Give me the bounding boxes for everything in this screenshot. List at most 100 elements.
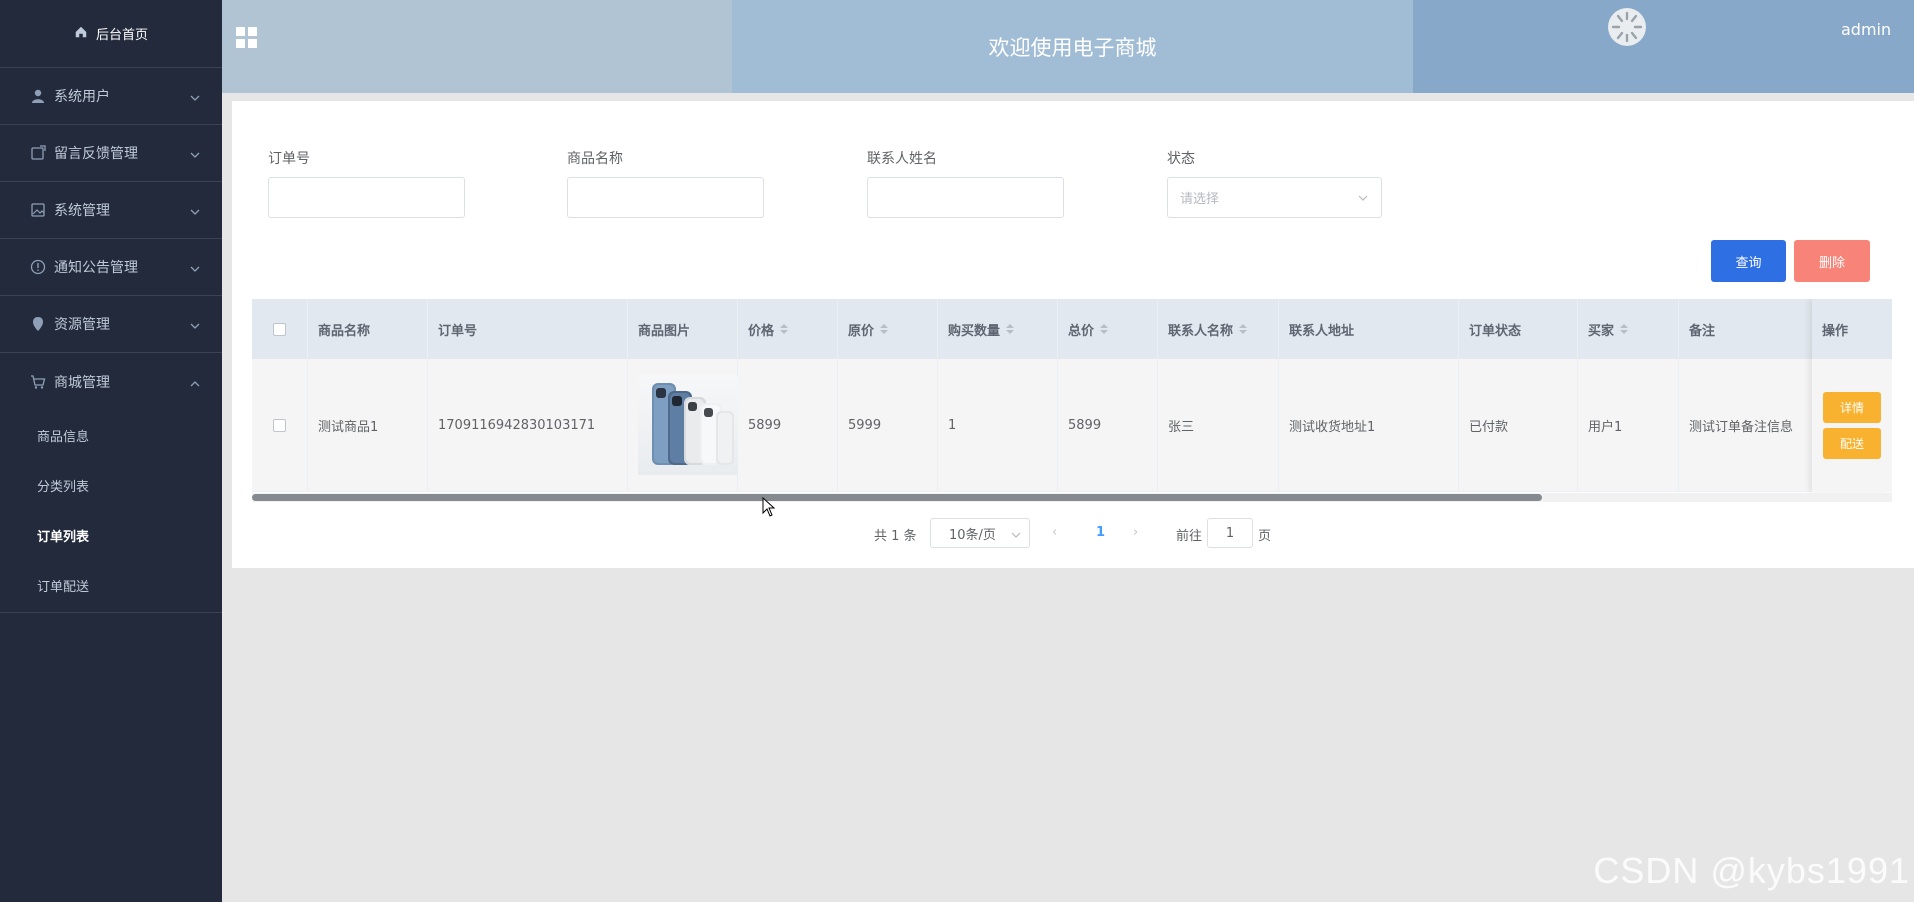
delete-button[interactable]: 删除: [1794, 240, 1870, 282]
sort-icon[interactable]: [780, 324, 789, 334]
chevron-down-icon: [190, 262, 200, 272]
col-price[interactable]: 价格: [738, 299, 838, 359]
sidebar-subitem-products[interactable]: 商品信息: [0, 410, 222, 460]
col-total[interactable]: 总价: [1058, 299, 1158, 359]
prev-page-icon[interactable]: ‹: [1052, 525, 1057, 540]
cart-icon: [30, 374, 46, 390]
main-panel: 订单号 商品名称 联系人姓名 状态 请选择 查询 删除 商品名称 订单号 商品图…: [232, 101, 1914, 568]
col-product-image: 商品图片: [628, 299, 738, 359]
image-icon: [30, 202, 46, 218]
grid-menu-icon[interactable]: [236, 27, 258, 49]
sidebar-item-label: 系统管理: [54, 203, 110, 219]
select-all-cell: [252, 299, 308, 359]
contact-name-input[interactable]: [867, 177, 1064, 218]
sidebar-item-system-management[interactable]: 系统管理: [0, 182, 222, 239]
sidebar-item-feedback[interactable]: 留言反馈管理: [0, 125, 222, 182]
sort-icon[interactable]: [1620, 324, 1629, 334]
page-size-select[interactable]: 10条/页: [930, 518, 1030, 548]
orders-table: 商品名称 订单号 商品图片 价格 原价 购买数量 总价 联系人名称 联系人地址 …: [252, 299, 1892, 498]
top-bar: 欢迎使用电子商城 admin: [222, 0, 1914, 93]
cell-product-name: 测试商品1: [308, 359, 428, 491]
order-no-label: 订单号: [268, 151, 310, 167]
col-order-no: 订单号: [428, 299, 628, 359]
feedback-icon: [30, 145, 46, 161]
order-no-input[interactable]: [268, 177, 465, 218]
goto-page-input[interactable]: 1: [1207, 518, 1253, 548]
sidebar-item-resources[interactable]: 资源管理: [0, 296, 222, 353]
product-image[interactable]: [638, 375, 738, 475]
sidebar-home-label: 后台首页: [95, 28, 148, 43]
page-title: 欢迎使用电子商城: [732, 0, 1413, 93]
username[interactable]: admin: [1841, 20, 1891, 39]
page-size-value: 10条/页: [949, 527, 996, 543]
scrollbar-thumb[interactable]: [252, 494, 1542, 501]
row-select-cell: [252, 359, 308, 491]
table-header: 商品名称 订单号 商品图片 价格 原价 购买数量 总价 联系人名称 联系人地址 …: [252, 299, 1892, 359]
status-select[interactable]: 请选择: [1167, 177, 1382, 218]
col-original-price-label: 原价: [848, 323, 875, 339]
cell-order-no: 1709116942830103171: [428, 359, 628, 491]
chevron-down-icon: [190, 91, 200, 101]
col-buyer[interactable]: 买家: [1578, 299, 1679, 359]
page-number[interactable]: 1: [1096, 525, 1105, 540]
sidebar-item-mall[interactable]: 商城管理: [0, 353, 222, 410]
cell-remark: 测试订单备注信息: [1679, 359, 1819, 491]
query-button[interactable]: 查询: [1711, 240, 1786, 282]
status-placeholder: 请选择: [1180, 192, 1220, 207]
detail-button[interactable]: 详情: [1823, 392, 1881, 423]
sidebar-submenu: 商品信息 分类列表 订单列表 订单配送: [0, 410, 222, 613]
cell-quantity: 1: [938, 359, 1058, 491]
sidebar-subitem-delivery[interactable]: 订单配送: [0, 560, 222, 610]
sort-icon[interactable]: [880, 324, 889, 334]
sidebar-item-system-users[interactable]: 系统用户: [0, 68, 222, 125]
chevron-down-icon: [190, 319, 200, 329]
sort-icon[interactable]: [1100, 324, 1109, 334]
col-contact-address: 联系人地址: [1279, 299, 1459, 359]
pagination-total: 共 1 条: [874, 529, 917, 544]
sidebar-item-label: 通知公告管理: [54, 260, 138, 276]
pagination: 共 1 条 10条/页 ‹ 1 › 前往 1 页: [232, 518, 1914, 548]
cell-price: 5899: [738, 359, 838, 491]
col-contact-name[interactable]: 联系人名称: [1158, 299, 1279, 359]
contact-name-label: 联系人姓名: [867, 151, 937, 167]
col-quantity[interactable]: 购买数量: [938, 299, 1058, 359]
col-quantity-label: 购买数量: [948, 323, 1001, 339]
col-actions: 操作: [1812, 299, 1892, 359]
row-checkbox[interactable]: [273, 418, 286, 432]
col-total-label: 总价: [1068, 323, 1095, 339]
sidebar-subitem-orders[interactable]: 订单列表: [0, 510, 222, 560]
sidebar-item-label: 资源管理: [54, 317, 110, 333]
mouse-cursor-icon: [762, 496, 776, 517]
watermark: CSDN @kybs1991: [1593, 850, 1910, 891]
sidebar-item-label: 留言反馈管理: [54, 146, 138, 162]
select-all-checkbox[interactable]: [273, 322, 286, 336]
chevron-down-icon: [1357, 192, 1369, 204]
col-original-price[interactable]: 原价: [838, 299, 938, 359]
sort-icon[interactable]: [1239, 324, 1248, 334]
sidebar-home[interactable]: 后台首页: [0, 0, 222, 68]
sidebar-subitem-categories[interactable]: 分类列表: [0, 460, 222, 510]
col-remark: 备注: [1679, 299, 1819, 359]
horizontal-scrollbar[interactable]: [252, 493, 1892, 502]
table-row: 测试商品1 1709116942830103171 5899 5999 1 58…: [252, 359, 1892, 492]
col-buyer-label: 买家: [1588, 323, 1615, 339]
sort-icon[interactable]: [1006, 324, 1015, 334]
product-name-input[interactable]: [567, 177, 764, 218]
cell-contact-name: 张三: [1158, 359, 1279, 491]
ship-button[interactable]: 配送: [1823, 428, 1881, 459]
user-icon: [30, 88, 46, 104]
actions-cell: 详情 配送: [1812, 359, 1892, 492]
col-product-name: 商品名称: [308, 299, 428, 359]
col-order-status: 订单状态: [1459, 299, 1578, 359]
avatar[interactable]: [1608, 8, 1646, 46]
chevron-down-icon: [190, 148, 200, 158]
status-label: 状态: [1167, 151, 1195, 167]
page-suffix: 页: [1258, 529, 1272, 544]
cell-original-price: 5999: [838, 359, 938, 491]
top-bar-left: [222, 0, 732, 93]
sidebar-item-notice[interactable]: 通知公告管理: [0, 239, 222, 296]
cell-total: 5899: [1058, 359, 1158, 491]
home-icon: [74, 25, 88, 43]
actions-column: 操作 详情 配送: [1812, 299, 1892, 492]
next-page-icon[interactable]: ›: [1133, 525, 1138, 540]
